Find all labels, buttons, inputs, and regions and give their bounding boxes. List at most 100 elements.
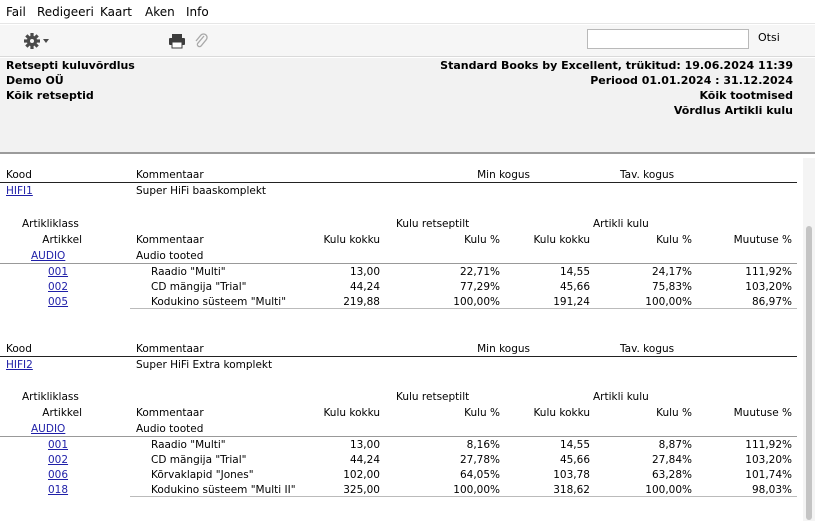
kulu-pct-article: 75,83% bbox=[651, 281, 692, 293]
kulu-pct-recipe: 22,71% bbox=[459, 266, 500, 278]
article-comment: Kõrvaklapid "Jones" bbox=[151, 469, 254, 481]
menu-fail[interactable]: Fail bbox=[6, 5, 26, 19]
class-code-link[interactable]: AUDIO bbox=[31, 250, 65, 262]
kulu-pct-recipe: 100,00% bbox=[453, 296, 500, 308]
printed-info: Standard Books by Excellent, trükitud: 1… bbox=[440, 59, 793, 72]
col-header-kulu-kokku: Kulu kokku bbox=[533, 407, 590, 419]
col-header-kulu-kokku: Kulu kokku bbox=[323, 407, 380, 419]
article-code-link[interactable]: 002 bbox=[48, 454, 68, 466]
printer-icon[interactable] bbox=[168, 33, 186, 49]
report-content: Kood Kommentaar Min kogus Tav. kogus HIF… bbox=[0, 158, 800, 521]
col-header-kood: Kood bbox=[6, 343, 32, 355]
class-name: Audio tooted bbox=[136, 423, 204, 435]
col-header-min-kogus: Min kogus bbox=[477, 343, 530, 355]
kulu-pct-recipe: 77,29% bbox=[459, 281, 500, 293]
col-header-kulu-pct: Kulu % bbox=[464, 407, 500, 419]
group-artikli-kulu: Artikli kulu bbox=[593, 391, 649, 403]
muutuse-pct: 103,20% bbox=[745, 281, 792, 293]
class-name: Audio tooted bbox=[136, 250, 204, 262]
col-header-kommentaar: Kommentaar bbox=[136, 407, 204, 419]
search-button[interactable]: Otsi bbox=[758, 31, 780, 44]
divider bbox=[0, 356, 797, 357]
kulu-pct-recipe: 100,00% bbox=[453, 484, 500, 496]
col-header-kommentaar: Kommentaar bbox=[136, 169, 204, 181]
production-filter: Kõik tootmised bbox=[699, 89, 793, 102]
gear-icon[interactable] bbox=[23, 31, 53, 51]
group-artikli-kulu: Artikli kulu bbox=[593, 218, 649, 230]
kulu-kokku-article: 191,24 bbox=[553, 296, 590, 308]
article-code-link[interactable]: 001 bbox=[48, 266, 68, 278]
recipe-code-link[interactable]: HIFI2 bbox=[6, 359, 33, 371]
article-code-link[interactable]: 006 bbox=[48, 469, 68, 481]
article-comment: Kodukino süsteem "Multi" bbox=[151, 296, 287, 308]
article-code-link[interactable]: 001 bbox=[48, 439, 68, 451]
recipe-comment: Super HiFi baaskomplekt bbox=[136, 185, 267, 197]
group-kulu-retseptilt: Kulu retseptilt bbox=[396, 218, 470, 230]
divider bbox=[0, 263, 797, 264]
kulu-pct-article: 100,00% bbox=[645, 296, 692, 308]
article-comment: CD mängija "Trial" bbox=[151, 281, 247, 293]
kulu-pct-recipe: 64,05% bbox=[459, 469, 500, 481]
divider bbox=[0, 436, 797, 437]
chevron-down-icon bbox=[43, 39, 49, 43]
muutuse-pct: 98,03% bbox=[751, 484, 792, 496]
muutuse-pct: 101,74% bbox=[745, 469, 792, 481]
recipe-code-link[interactable]: HIFI1 bbox=[6, 185, 33, 197]
search-input[interactable] bbox=[587, 29, 749, 49]
period-info: Periood 01.01.2024 : 31.12.2024 bbox=[590, 74, 793, 87]
group-kulu-retseptilt: Kulu retseptilt bbox=[396, 391, 470, 403]
col-header-min-kogus: Min kogus bbox=[477, 169, 530, 181]
kulu-kokku-recipe: 13,00 bbox=[349, 439, 380, 451]
col-header-kood: Kood bbox=[6, 169, 32, 181]
menu-aken[interactable]: Aken bbox=[145, 5, 175, 19]
class-code-link[interactable]: AUDIO bbox=[31, 423, 65, 435]
article-comment: Raadio "Multi" bbox=[151, 266, 226, 278]
divider bbox=[130, 496, 797, 497]
col-header-artikliklass: Artikliklass bbox=[22, 218, 79, 230]
article-comment: Kodukino süsteem "Multi II" bbox=[151, 484, 296, 496]
menu-kaart[interactable]: Kaart bbox=[100, 5, 132, 19]
col-header-kulu-pct: Kulu % bbox=[656, 407, 692, 419]
kulu-pct-article: 27,84% bbox=[651, 454, 692, 466]
menu-bar: Fail Redigeeri Kaart Aken Info bbox=[0, 0, 815, 24]
kulu-pct-article: 24,17% bbox=[651, 266, 692, 278]
divider bbox=[130, 308, 797, 309]
recipe-comment: Super HiFi Extra komplekt bbox=[136, 359, 273, 371]
report-header: Retsepti kuluvõrdlus Demo OÜ Kõik retsep… bbox=[0, 58, 815, 154]
kulu-pct-article: 63,28% bbox=[651, 469, 692, 481]
article-code-link[interactable]: 005 bbox=[48, 296, 68, 308]
report-title: Retsepti kuluvõrdlus bbox=[6, 59, 135, 72]
menu-info[interactable]: Info bbox=[186, 5, 209, 19]
comparison-type: Võrdlus Artikli kulu bbox=[673, 104, 793, 117]
kulu-kokku-article: 14,55 bbox=[559, 266, 590, 278]
scrollbar-thumb[interactable] bbox=[806, 226, 812, 520]
muutuse-pct: 111,92% bbox=[745, 439, 792, 451]
col-header-kommentaar: Kommentaar bbox=[136, 343, 204, 355]
attachment-icon[interactable] bbox=[194, 32, 208, 50]
col-header-artikkel: Artikkel bbox=[42, 234, 82, 246]
muutuse-pct: 86,97% bbox=[751, 296, 792, 308]
col-header-kulu-kokku: Kulu kokku bbox=[323, 234, 380, 246]
kulu-kokku-article: 103,78 bbox=[553, 469, 590, 481]
col-header-muutuse: Muutuse % bbox=[733, 407, 792, 419]
kulu-kokku-recipe: 44,24 bbox=[349, 454, 380, 466]
muutuse-pct: 103,20% bbox=[745, 454, 792, 466]
kulu-pct-article: 8,87% bbox=[658, 439, 692, 451]
col-header-kulu-pct: Kulu % bbox=[464, 234, 500, 246]
col-header-kulu-pct: Kulu % bbox=[656, 234, 692, 246]
recipe-filter: Kõik retseptid bbox=[6, 89, 94, 102]
article-comment: CD mängija "Trial" bbox=[151, 454, 247, 466]
article-code-link[interactable]: 018 bbox=[48, 484, 68, 496]
kulu-kokku-article: 318,62 bbox=[553, 484, 590, 496]
article-code-link[interactable]: 002 bbox=[48, 281, 68, 293]
menu-redigeeri[interactable]: Redigeeri bbox=[37, 5, 94, 19]
col-header-tav-kogus: Tav. kogus bbox=[620, 169, 675, 181]
article-comment: Raadio "Multi" bbox=[151, 439, 226, 451]
kulu-kokku-article: 14,55 bbox=[559, 439, 590, 451]
col-header-artikliklass: Artikliklass bbox=[22, 391, 79, 403]
kulu-pct-recipe: 8,16% bbox=[466, 439, 500, 451]
kulu-kokku-recipe: 219,88 bbox=[343, 296, 380, 308]
col-header-tav-kogus: Tav. kogus bbox=[620, 343, 675, 355]
kulu-kokku-article: 45,66 bbox=[559, 454, 590, 466]
col-header-kulu-kokku: Kulu kokku bbox=[533, 234, 590, 246]
